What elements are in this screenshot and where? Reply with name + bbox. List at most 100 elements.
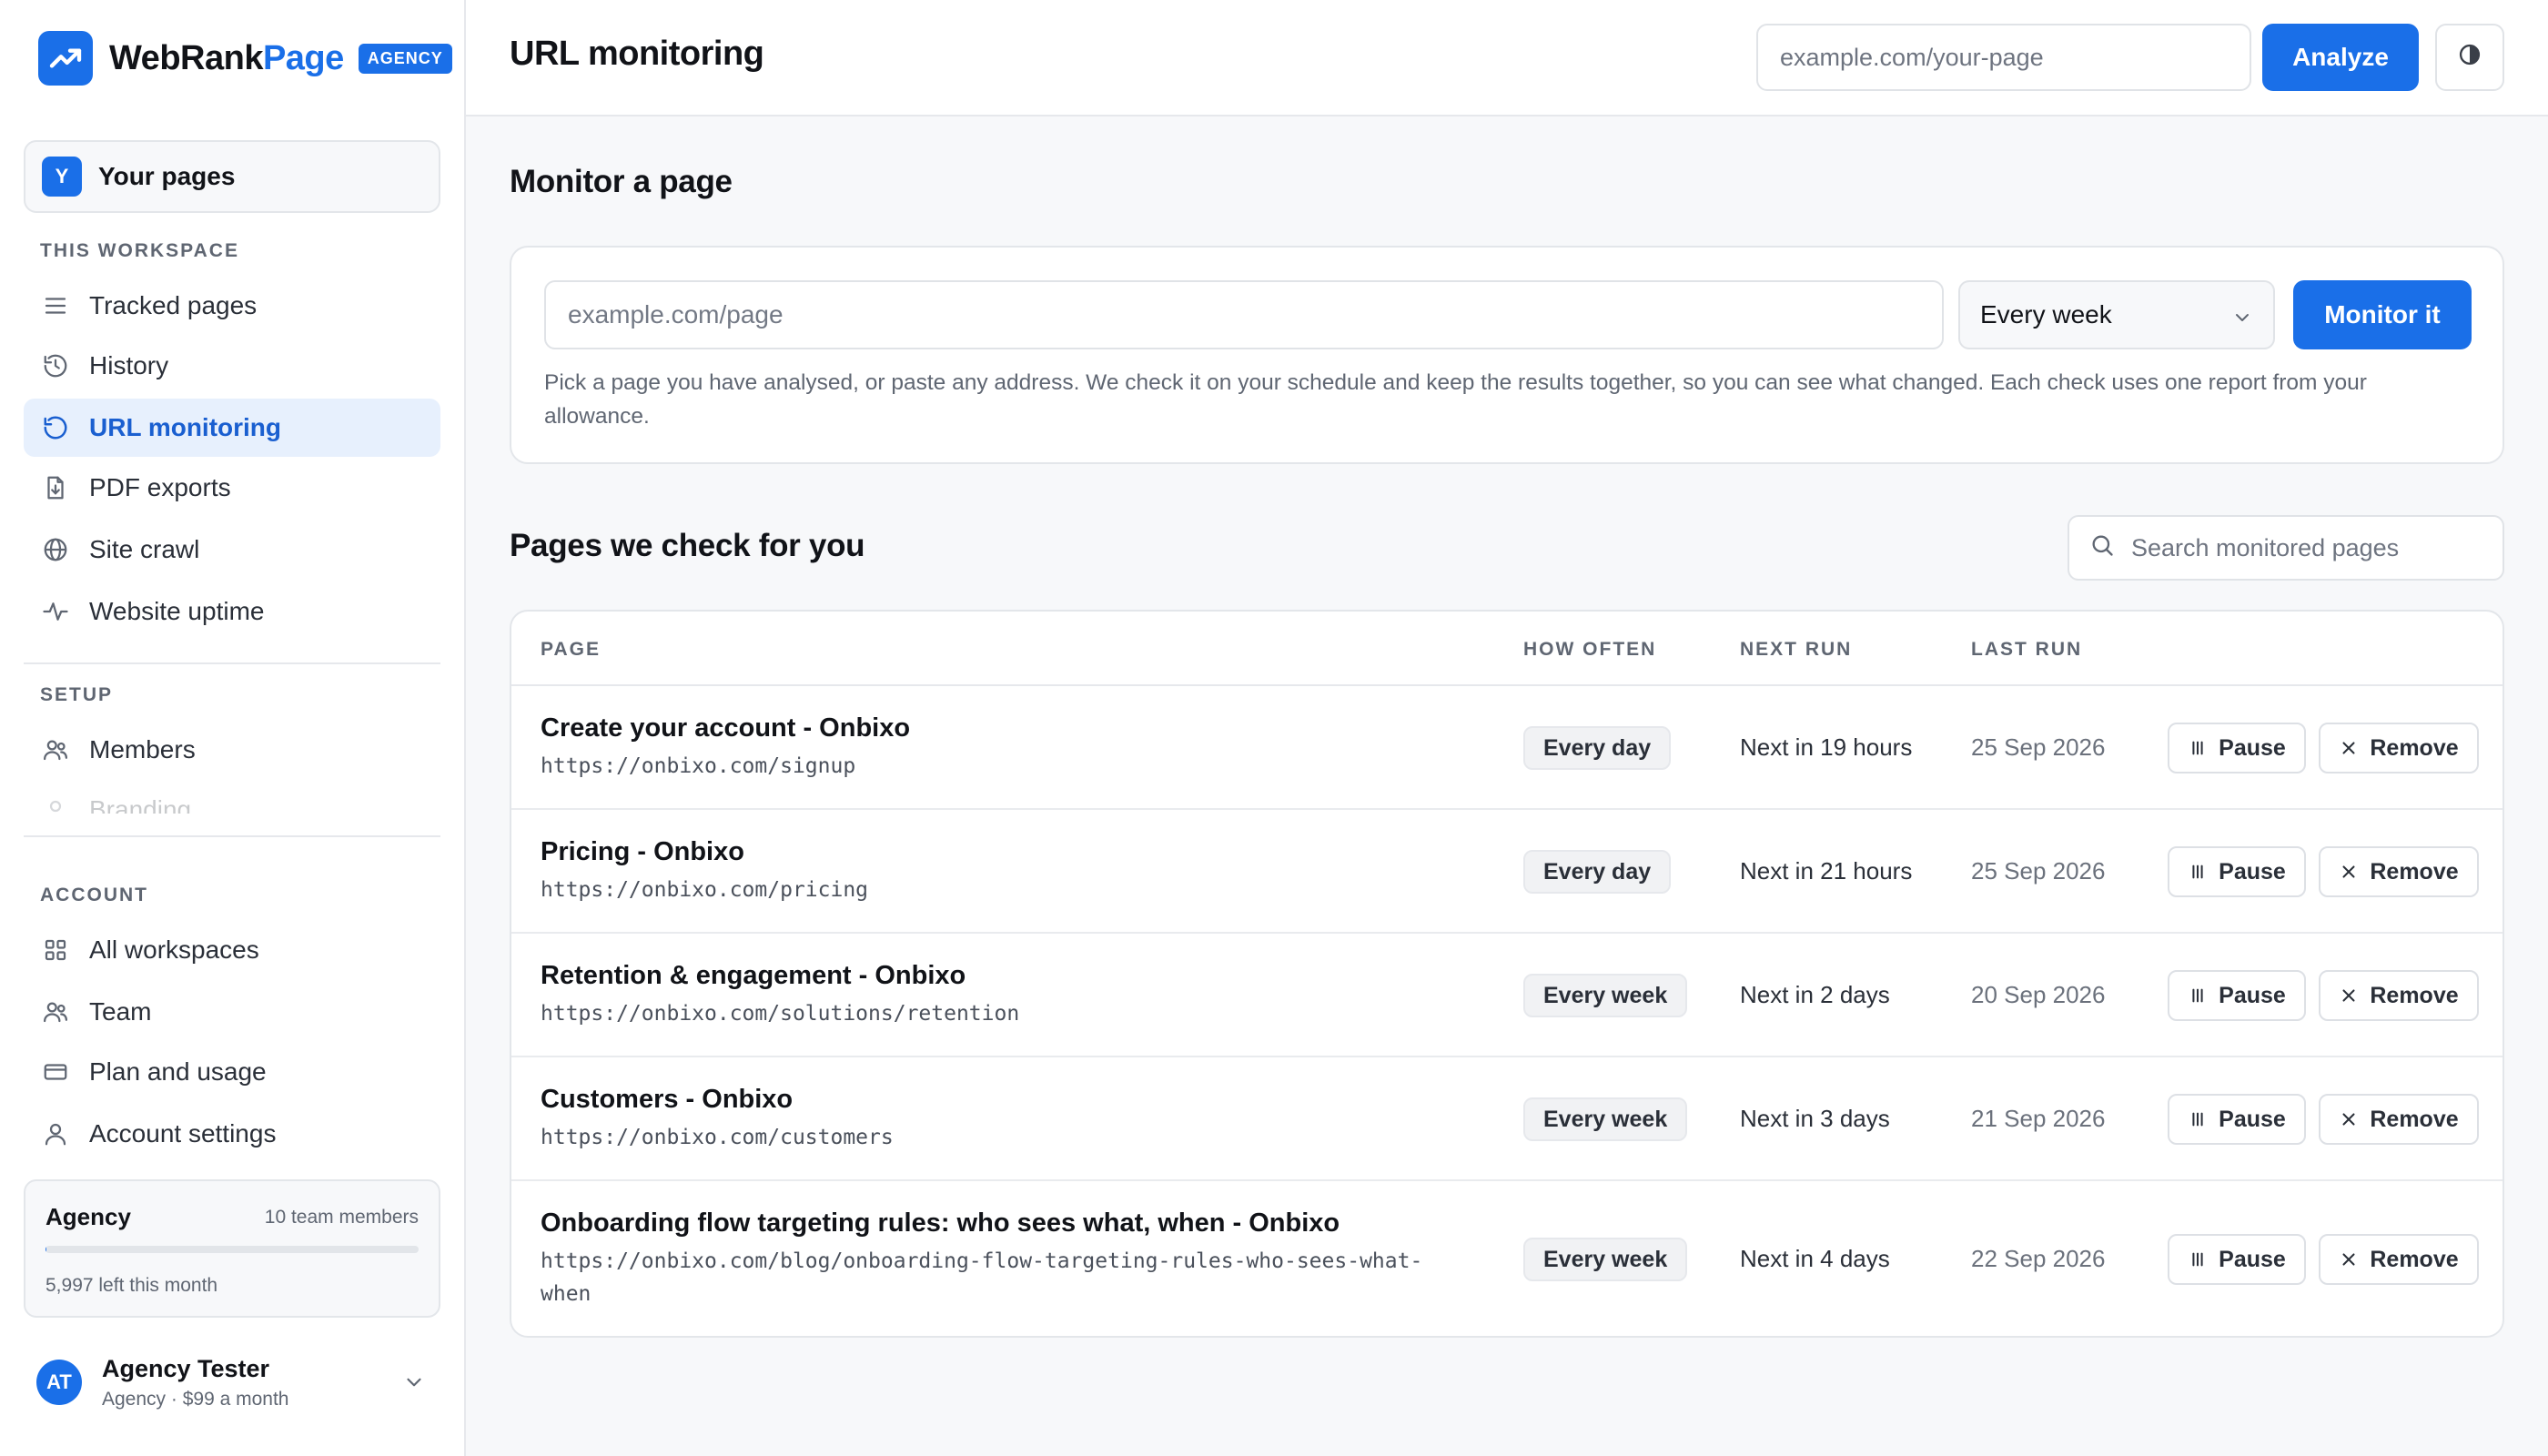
chevron-down-icon [2231, 306, 2253, 335]
frequency-badge: Every day [1523, 850, 1672, 894]
next-run-cell: Next in 3 days [1740, 1105, 1890, 1132]
plan-badge: AGENCY [358, 43, 452, 74]
pause-icon [2188, 738, 2208, 758]
trend-up-icon [38, 31, 93, 86]
topbar: URL monitoring Analyze [466, 0, 2548, 116]
sidebar-divider [24, 835, 440, 837]
table-row[interactable]: Customers - Onbixo https://onbixo.com/cus… [511, 1057, 2502, 1181]
search-input[interactable] [2131, 533, 2495, 562]
card-icon [40, 1057, 71, 1087]
plan-usage-card[interactable]: Agency 10 team members 5,997 left this m… [24, 1179, 440, 1318]
pause-button[interactable]: Pause [2168, 970, 2306, 1021]
last-run-cell: 20 Sep 2026 [1971, 981, 2106, 1008]
page-title-cell[interactable]: Retention & engagement - Onbixo [541, 961, 966, 991]
user-plan: Agency · $99 a month [102, 1388, 289, 1410]
globe-icon [40, 534, 71, 565]
grid-icon [40, 935, 71, 966]
sidebar-item-members[interactable]: Members [24, 721, 440, 779]
sidebar-item-branding[interactable]: Branding [24, 781, 440, 814]
monitored-pages-table: PAGE HOW OFTEN NEXT RUN LAST RUN Create … [510, 610, 2504, 1338]
analyze-url-input[interactable] [1756, 24, 2251, 91]
sidebar-item-account-settings[interactable]: Account settings [24, 1105, 440, 1163]
pause-button[interactable]: Pause [2168, 723, 2306, 774]
frequency-select[interactable]: Every week [1958, 280, 2275, 349]
sidebar-item-label: Members [89, 735, 196, 763]
page-title-cell[interactable]: Customers - Onbixo [541, 1085, 793, 1115]
pulse-icon [40, 596, 71, 627]
table-row[interactable]: Retention & engagement - Onbixo https://o… [511, 934, 2502, 1057]
pause-label: Pause [2219, 982, 2286, 1008]
brand[interactable]: WebRankPage AGENCY [38, 31, 452, 86]
remove-button[interactable]: Remove [2319, 1234, 2479, 1285]
page-title-cell[interactable]: Onboarding flow targeting rules: who see… [541, 1208, 1340, 1239]
monitor-url-input[interactable] [544, 280, 1944, 349]
last-run-cell: 22 Sep 2026 [1971, 1245, 2106, 1272]
close-icon [2339, 986, 2359, 1006]
table-row[interactable]: Pricing - Onbixo https://onbixo.com/prici… [511, 810, 2502, 934]
frequency-badge: Every week [1523, 1097, 1688, 1141]
sidebar-item-label: Team [89, 997, 152, 1026]
page-url-cell: https://onbixo.com/solutions/retention [541, 1002, 1020, 1026]
table-row[interactable]: Create your account - Onbixo https://onbi… [511, 686, 2502, 810]
pause-button[interactable]: Pause [2168, 846, 2306, 897]
close-icon [2339, 738, 2359, 758]
workspace-avatar: Y [42, 157, 82, 197]
remove-button[interactable]: Remove [2319, 1094, 2479, 1145]
sidebar-item-plan-and-usage[interactable]: Plan and usage [24, 1043, 440, 1101]
theme-toggle-button[interactable] [2435, 24, 2504, 91]
sidebar-item-all-workspaces[interactable]: All workspaces [24, 921, 440, 979]
page-title-cell[interactable]: Pricing - Onbixo [541, 837, 744, 867]
monitor-it-button[interactable]: Monitor it [2293, 280, 2472, 349]
frequency-badge: Every week [1523, 974, 1688, 1017]
sidebar-item-website-uptime[interactable]: Website uptime [24, 582, 440, 641]
pause-button[interactable]: Pause [2168, 1234, 2306, 1285]
plan-members: 10 team members [264, 1206, 419, 1228]
remove-button[interactable]: Remove [2319, 846, 2479, 897]
search-monitored-pages[interactable] [2068, 515, 2504, 581]
history-icon [40, 350, 71, 381]
page-title: URL monitoring [510, 35, 764, 73]
search-icon [2089, 532, 2115, 564]
users-icon [40, 996, 71, 1027]
chevron-down-icon [402, 1370, 426, 1400]
sidebar-item-label: Site crawl [89, 535, 200, 563]
user-menu[interactable]: AT Agency Tester Agency · $99 a month [36, 1350, 437, 1414]
pause-label: Pause [2219, 858, 2286, 885]
sidebar-item-label: Website uptime [89, 597, 265, 625]
sidebar-item-url-monitoring[interactable]: URL monitoring [24, 399, 440, 457]
next-run-cell: Next in 21 hours [1740, 857, 1913, 885]
sidebar-item-label: All workspaces [89, 935, 259, 964]
section-title-this-workspace: THIS WORKSPACE [40, 240, 239, 261]
close-icon [2339, 862, 2359, 882]
pause-label: Pause [2219, 1106, 2286, 1132]
section-title-setup: SETUP [40, 684, 114, 705]
column-header-next-run: NEXT RUN [1740, 639, 1853, 660]
analyze-button[interactable]: Analyze [2262, 24, 2419, 91]
pause-icon [2188, 986, 2208, 1006]
brand-name: WebRankPage [109, 38, 344, 77]
sidebar-item-pdf-exports[interactable]: PDF exports [24, 459, 440, 517]
remove-label: Remove [2370, 858, 2459, 885]
sidebar-item-label: History [89, 351, 169, 379]
sidebar-item-tracked-pages[interactable]: Tracked pages [24, 277, 440, 335]
page-url-cell: https://onbixo.com/pricing [541, 878, 869, 902]
pause-button[interactable]: Pause [2168, 1094, 2306, 1145]
plan-name: Agency [46, 1203, 131, 1230]
column-header-last-run: LAST RUN [1971, 639, 2083, 660]
page-url-cell: https://onbixo.com/signup [541, 754, 856, 778]
remove-button[interactable]: Remove [2319, 970, 2479, 1021]
page-title-cell[interactable]: Create your account - Onbixo [541, 713, 910, 743]
close-icon [2339, 1109, 2359, 1129]
sidebar-item-history[interactable]: History [24, 337, 440, 395]
workspace-switcher[interactable]: Y Your pages [24, 140, 440, 213]
sidebar-item-site-crawl[interactable]: Site crawl [24, 521, 440, 579]
table-header: PAGE HOW OFTEN NEXT RUN LAST RUN [511, 612, 2502, 686]
usage-left: 5,997 left this month [46, 1275, 218, 1296]
last-run-cell: 21 Sep 2026 [1971, 1105, 2106, 1132]
table-row[interactable]: Onboarding flow targeting rules: who see… [511, 1181, 2502, 1336]
usage-bar [46, 1246, 419, 1253]
next-run-cell: Next in 2 days [1740, 981, 1890, 1008]
sidebar-item-team[interactable]: Team [24, 983, 440, 1041]
avatar: AT [36, 1360, 82, 1405]
remove-button[interactable]: Remove [2319, 723, 2479, 774]
